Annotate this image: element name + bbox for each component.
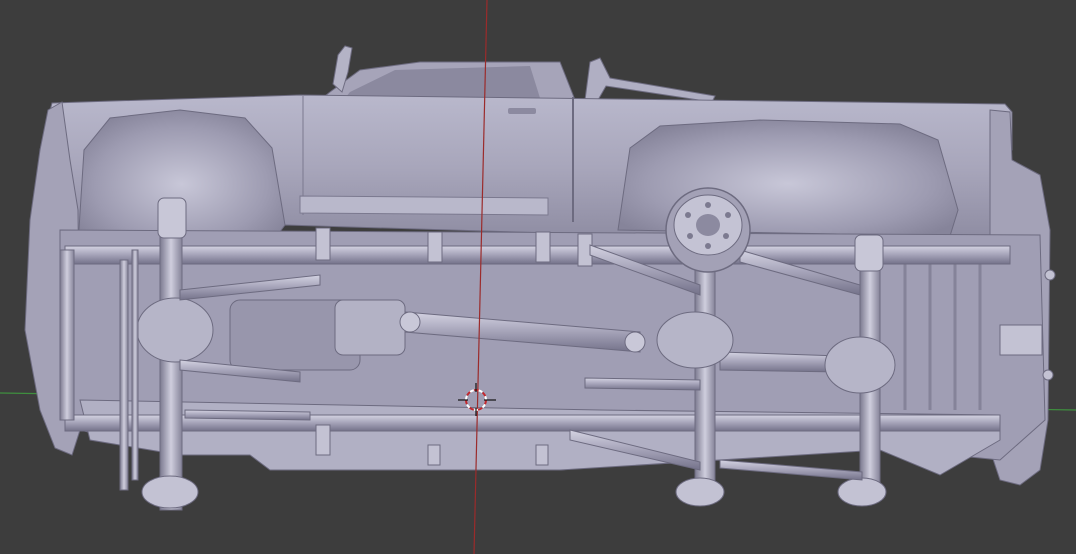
spare-tire[interactable]	[665, 187, 751, 273]
floor-pan[interactable]	[59, 229, 1046, 476]
rear-differential-1	[656, 311, 734, 369]
door-handle	[508, 108, 536, 114]
front-hub-bottom	[141, 475, 199, 509]
front-steering-link	[119, 259, 129, 491]
rear-hub-bottom-1	[675, 477, 725, 507]
rocker-panel	[299, 195, 549, 216]
frame-crossmember-front	[59, 249, 75, 421]
front-differential	[136, 297, 214, 363]
rear-driveshaft[interactable]	[719, 351, 841, 373]
3d-viewport[interactable]	[0, 0, 1076, 554]
rear-differential-2	[824, 336, 896, 394]
rear-hub-bottom-2	[837, 477, 887, 507]
viewport-canvas[interactable]	[0, 0, 1076, 554]
rear-shock-top-2	[854, 234, 884, 272]
front-tie-rod	[131, 249, 139, 481]
roll-bar	[584, 57, 716, 103]
front-shock-top	[157, 197, 187, 239]
transfer-case	[334, 299, 406, 356]
